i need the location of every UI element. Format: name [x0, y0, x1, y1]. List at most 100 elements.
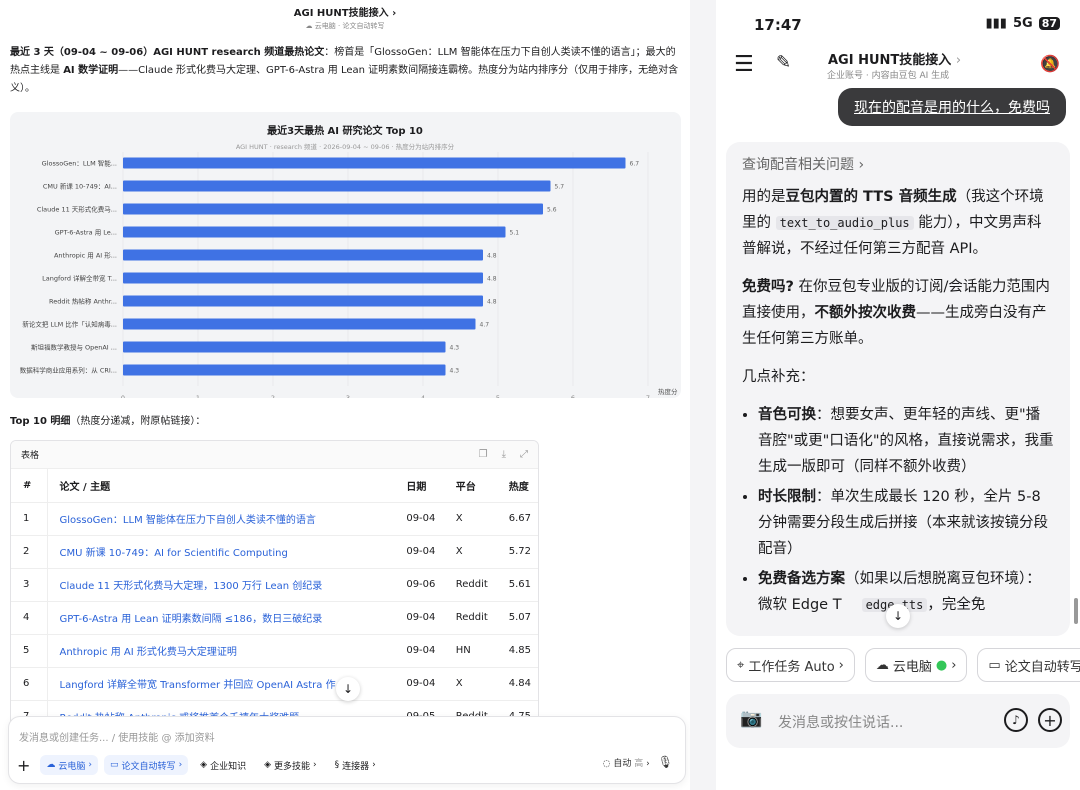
- bar: [123, 272, 483, 284]
- table-header-row: # 论文 / 主题 日期 平台 热度: [11, 469, 538, 503]
- network-type: 5G: [1012, 16, 1033, 31]
- scroll-down-button[interactable]: ↓: [336, 677, 360, 701]
- bar-value-label: 4.8: [487, 253, 497, 260]
- row-heat: 4.84: [496, 667, 538, 701]
- paper-transcribe-chip[interactable]: ▭论文自动转写 ›: [977, 648, 1080, 682]
- y-category-label: Reddit 热帖称 Anthr...: [49, 297, 117, 306]
- row-platform: Reddit: [443, 568, 497, 602]
- battery-indicator: 87: [1038, 17, 1060, 30]
- paper-transcribe-chip[interactable]: ▭论文自动转写 ›: [104, 755, 189, 775]
- section-title: Top 10 明细（热度分递减，附原帖链接）：: [10, 416, 206, 427]
- bar: [123, 318, 476, 330]
- message-input[interactable]: 发消息或按住说话...: [778, 712, 903, 732]
- column-header: 论文 / 主题: [47, 469, 395, 503]
- work-task-chip[interactable]: ⌖ 工作任务 Auto ›: [726, 648, 855, 682]
- scroll-down-button[interactable]: ↓: [886, 604, 910, 628]
- row-index: 5: [11, 634, 48, 668]
- auto-mode-selector[interactable]: ◌ 自动 高 ›: [603, 756, 650, 769]
- row-date: 09-04: [394, 634, 444, 668]
- bar-value-label: 4.3: [450, 368, 460, 375]
- bar: [123, 226, 506, 238]
- voice-icon[interactable]: ♪: [1004, 708, 1028, 732]
- desktop-chat-panel: AGI HUNT技能接入 › ☁ 云电脑 · 论文自动转写 最近 3 天（09-…: [0, 0, 690, 790]
- bar-value-label: 6.7: [630, 161, 640, 168]
- table-caption: 表格: [21, 451, 40, 461]
- query-link[interactable]: 查询配音相关问题 ›: [742, 154, 1054, 174]
- conversation-header: AGI HUNT技能接入 › ☁ 云电脑 · 论文自动转写: [0, 0, 690, 32]
- table-row: 5 Anthropic 用 AI 形式化费马大定理证明 09-04 HN 4.85: [11, 634, 538, 668]
- mobile-input-box[interactable]: 📷 发消息或按住说话... ♪ +: [726, 694, 1070, 748]
- bar-value-label: 4.3: [450, 345, 460, 352]
- x-tick-label: 0: [121, 394, 125, 398]
- conversation-title[interactable]: AGI HUNT技能接入 ›: [0, 4, 690, 19]
- skills-icon: ◈: [264, 760, 272, 770]
- chat-title[interactable]: AGI HUNT技能接入 ›: [828, 49, 961, 68]
- row-heat: 4.85: [496, 634, 538, 668]
- row-heat: 5.72: [496, 535, 538, 569]
- conversation-subtitle: ☁ 云电脑 · 论文自动转写: [305, 22, 385, 30]
- pane-divider: [690, 0, 716, 790]
- bar: [123, 157, 626, 169]
- plus-icon[interactable]: +: [1038, 708, 1062, 732]
- bar: [123, 341, 446, 353]
- enterprise-knowledge-button[interactable]: ◈ 企业知识: [194, 755, 252, 775]
- microphone-icon[interactable]: 🎙: [658, 755, 673, 769]
- table-row: 2 CMU 新课 10-749：AI for Scientific Computi…: [11, 535, 538, 569]
- paper-link[interactable]: GlossoGen：LLM 智能体在压力下自创人类读不懂的语言: [47, 502, 395, 536]
- y-category-label: GlossoGen：LLM 智能...: [42, 159, 117, 168]
- copy-icon[interactable]: ❐: [479, 449, 488, 460]
- connector-button[interactable]: § 连接器 ›: [329, 755, 382, 775]
- papers-table: # 论文 / 主题 日期 平台 热度 1 GlossoGen：LLM 智能体在压力下自创人…: [11, 469, 538, 729]
- row-platform: X: [443, 535, 497, 569]
- camera-icon[interactable]: 📷: [740, 708, 762, 729]
- chart-subtitle: AGI HUNT · research 频道 · 2026-09-04 ~ 09…: [236, 142, 455, 151]
- row-platform: X: [443, 502, 497, 536]
- bar: [123, 295, 483, 307]
- cloud-pc-chip[interactable]: ☁ 云电脑 ›: [40, 755, 99, 775]
- mute-icon[interactable]: 🔕: [1040, 54, 1060, 73]
- online-dot-icon: ●: [935, 657, 948, 673]
- x-tick-label: 3: [346, 394, 350, 398]
- folder-icon: ▭: [988, 657, 1001, 673]
- message-input[interactable]: 发消息或创建任务... / 使用技能 @ 添加资料: [19, 729, 215, 744]
- folder-icon: ▭: [110, 760, 119, 770]
- row-platform: Reddit: [443, 601, 497, 635]
- x-tick-label: 5: [496, 394, 500, 398]
- y-category-label: Langford 详解全带宽 T...: [42, 274, 117, 283]
- y-category-label: Claude 11 天形式化费马...: [37, 205, 117, 214]
- answer-paragraph: 用的是豆包内置的 TTS 音频生成（我这个环境里的 text_to_audio_…: [742, 189, 1044, 257]
- x-tick-label: 7: [646, 394, 650, 398]
- paper-link[interactable]: Anthropic 用 AI 形式化费马大定理证明: [47, 634, 395, 668]
- chart-title: 最近3天最热 AI 研究论文 Top 10: [267, 124, 423, 137]
- scrollbar[interactable]: [1074, 598, 1078, 624]
- row-date: 09-04: [394, 667, 444, 701]
- mobile-header: ☰ ✎ AGI HUNT技能接入 › 企业账号 · 内容由豆包 AI 生成 🔕: [716, 46, 1080, 90]
- table-row: 6 Langford 详解全带宽 Transformer 并回应 OpenAI A…: [11, 667, 538, 701]
- paper-link[interactable]: GPT-6-Astra 用 Lean 证明素数间隔 ≤186，数日三破纪录: [47, 601, 395, 635]
- cloud-pc-chip[interactable]: ☁ 云电脑 ● ›: [864, 648, 968, 682]
- new-chat-icon[interactable]: ✎: [776, 52, 791, 73]
- arrow-down-icon: ↓: [892, 609, 904, 623]
- download-icon[interactable]: ⤓: [502, 449, 506, 460]
- add-button[interactable]: +: [17, 756, 30, 775]
- row-date: 09-04: [394, 535, 444, 569]
- connector-icon: §: [334, 760, 340, 770]
- desktop-input-box[interactable]: 发消息或创建任务... / 使用技能 @ 添加资料 + ☁ 云电脑 › ▭ 论文自动…: [8, 716, 686, 784]
- y-category-label: GPT-6-Astra 用 Le...: [55, 229, 117, 237]
- answer-paragraph: 免费吗? 在你豆包专业版的订阅/会话能力范围内直接使用，不额外按次收费——生成旁…: [742, 279, 1050, 347]
- paper-link[interactable]: Claude 11 天形式化费马大定理，1300 万行 Lean 创纪录: [47, 568, 395, 602]
- chat-subtitle: 企业账号 · 内容由豆包 AI 生成: [827, 71, 950, 81]
- y-category-label: 数据科学商业应用系列：从 CRI...: [20, 366, 117, 375]
- cloud-icon: ☁: [875, 657, 889, 673]
- list-item: 音色可换：想要女声、更年轻的声线、更"播音腔"或更"口语化"的风格，直接说需求，…: [758, 402, 1054, 480]
- table-row: 4 GPT-6-Astra 用 Lean 证明素数间隔 ≤186，数日三破纪录 09…: [11, 601, 538, 635]
- more-skills-button[interactable]: ◈ 更多技能 ›: [258, 755, 323, 775]
- x-tick-label: 1: [196, 394, 200, 398]
- paper-link[interactable]: CMU 新课 10-749：AI for Scientific Computin…: [47, 535, 395, 569]
- expand-icon[interactable]: ⤢: [520, 449, 528, 460]
- y-category-label: CMU 新课 10-749：AI...: [43, 182, 117, 191]
- row-platform: X: [443, 667, 497, 701]
- menu-icon[interactable]: ☰: [734, 52, 754, 77]
- task-icon: ⌖: [737, 657, 745, 673]
- mobile-chat-panel: 17:47 ▮▮▮ 5G 87 ☰ ✎ AGI HUNT技能接入 › 企业账号 · …: [716, 0, 1080, 790]
